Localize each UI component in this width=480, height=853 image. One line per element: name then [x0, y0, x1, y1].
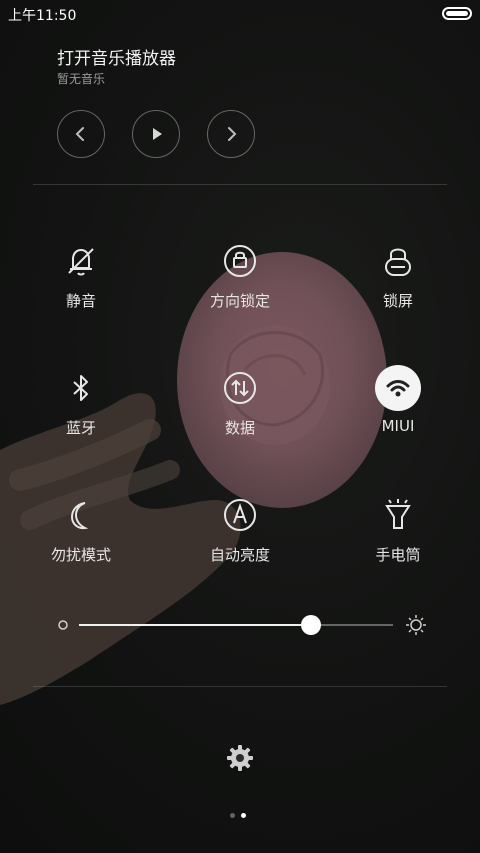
divider-bottom: [33, 686, 447, 687]
rotation-lock-icon: [217, 238, 263, 284]
toggle-data[interactable]: 数据: [180, 365, 300, 455]
status-bar: 上午11:50: [0, 0, 480, 28]
toggle-flashlight[interactable]: 手电筒: [338, 492, 458, 582]
flashlight-icon: [375, 492, 421, 538]
brightness-slider[interactable]: [55, 610, 427, 640]
battery-full-icon: [442, 7, 472, 20]
toggle-label: 锁屏: [382, 292, 413, 310]
page-dot: [230, 813, 235, 818]
toggle-bluetooth[interactable]: 蓝牙: [21, 365, 141, 455]
toggle-auto-brightness[interactable]: 自动亮度: [180, 492, 300, 582]
toggle-label: MIUI: [381, 417, 415, 435]
toggle-wifi[interactable]: MIUI: [338, 365, 458, 455]
data-icon: [217, 365, 263, 411]
brightness-high-icon: [406, 615, 426, 635]
music-player-title[interactable]: 打开音乐播放器: [57, 44, 176, 69]
previous-track-button[interactable]: [57, 110, 105, 158]
toggle-label: 勿扰模式: [50, 546, 111, 564]
toggle-label: 静音: [65, 292, 96, 310]
page-dot: [241, 813, 246, 818]
bluetooth-icon: [58, 365, 104, 411]
chevron-right-icon: [228, 127, 237, 141]
auto-brightness-icon: [217, 492, 263, 538]
toggle-label: 蓝牙: [65, 419, 96, 437]
play-button[interactable]: [132, 110, 180, 158]
toggle-label: 数据: [224, 419, 255, 437]
chevron-left-icon: [75, 127, 84, 141]
next-track-button[interactable]: [207, 110, 255, 158]
toggle-label: 手电筒: [375, 546, 421, 564]
page-indicator: [230, 813, 250, 819]
lock-icon: [375, 238, 421, 284]
gear-icon: [227, 745, 253, 771]
toggle-rotation-lock[interactable]: 方向锁定: [180, 238, 300, 328]
wifi-icon: [375, 365, 421, 411]
settings-button[interactable]: [222, 740, 258, 776]
toggle-label: 方向锁定: [209, 292, 270, 310]
toggle-mute[interactable]: 静音: [21, 238, 141, 328]
toggle-dnd[interactable]: 勿扰模式: [21, 492, 141, 582]
divider-top: [33, 184, 447, 185]
play-icon: [153, 128, 162, 140]
toggle-lock-screen[interactable]: 锁屏: [338, 238, 458, 328]
brightness-track-fill: [79, 624, 312, 626]
brightness-track[interactable]: [79, 615, 393, 635]
brightness-thumb[interactable]: [301, 615, 322, 635]
moon-icon: [58, 492, 104, 538]
status-time: 上午11:50: [8, 8, 77, 24]
brightness-low-icon: [58, 620, 68, 630]
bell-off-icon: [58, 238, 104, 284]
music-player-subtitle: 暂无音乐: [57, 72, 106, 86]
toggle-label: 自动亮度: [209, 546, 270, 564]
